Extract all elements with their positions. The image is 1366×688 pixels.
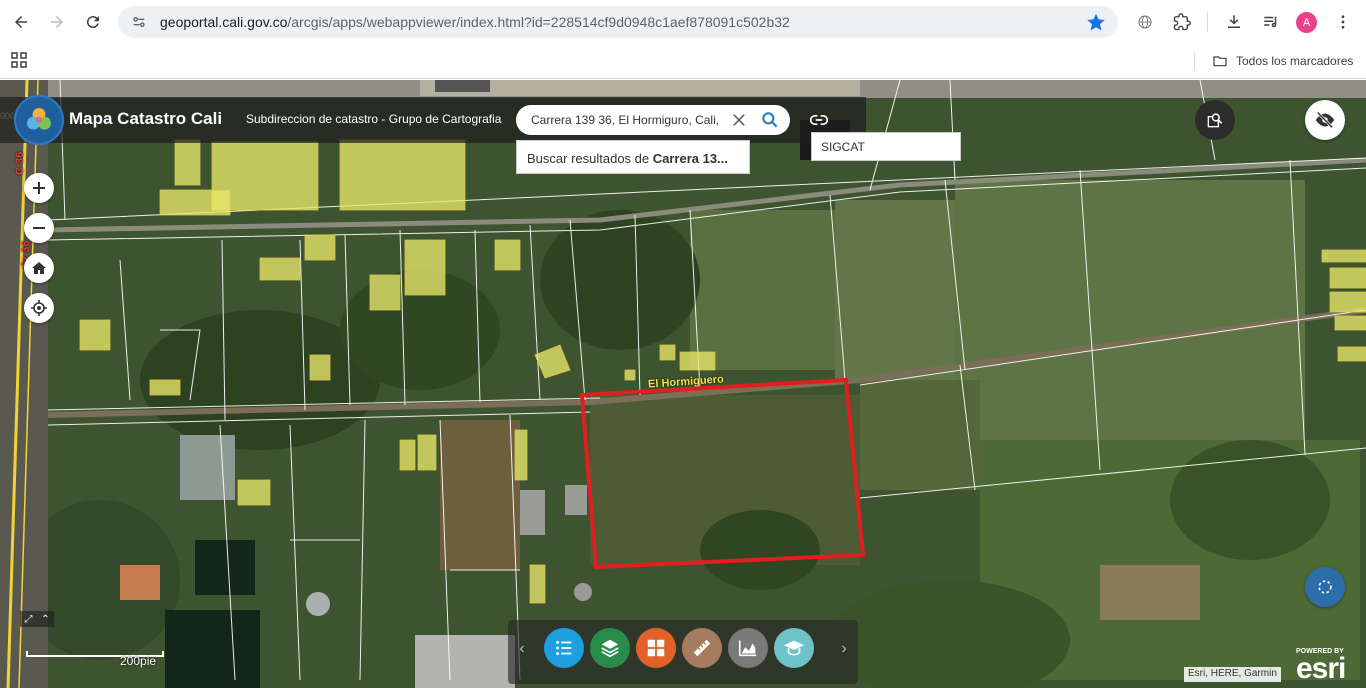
about-button[interactable]: [774, 628, 814, 668]
site-info-icon[interactable]: [130, 13, 148, 31]
legend-button[interactable]: [544, 628, 584, 668]
loading-widget-button[interactable]: [1305, 567, 1345, 607]
layers-icon: [601, 639, 619, 658]
esri-logo[interactable]: POWERED BY esri: [1296, 648, 1346, 685]
map-view[interactable]: C 36 Cr 36 El Hormiguero 000 Mapa Catast…: [0, 80, 1366, 688]
toggle-visibility-button[interactable]: [1305, 100, 1345, 140]
my-location-button[interactable]: [24, 293, 54, 323]
extensions-icon[interactable]: [1168, 8, 1196, 36]
eye-off-icon: [1315, 111, 1335, 129]
layer-search-icon: [1207, 113, 1223, 128]
suggestion-query: Carrera 13...: [652, 151, 728, 166]
overview-toggle[interactable]: ⤢ ⌃: [20, 611, 54, 627]
bookmarks-bar: Todos los marcadores: [0, 44, 1366, 79]
search-suggestion[interactable]: Buscar resultados de Carrera 13...: [516, 140, 750, 174]
logo-icon: [27, 108, 51, 130]
bookmarks-divider: [1194, 52, 1195, 70]
dock-prev-icon[interactable]: ‹: [512, 634, 532, 664]
translate-icon[interactable]: [1131, 8, 1159, 36]
scale-label: 200pie: [120, 654, 157, 668]
app-subtitle: Subdireccion de catastro - Grupo de Cart…: [246, 112, 502, 126]
toolbar-divider: [1207, 12, 1208, 32]
elevation-profile-button[interactable]: [728, 628, 768, 668]
clear-search-icon[interactable]: [730, 111, 748, 129]
back-icon[interactable]: [3, 4, 39, 40]
address-bar[interactable]: geoportal.cali.gov.co/arcgis/apps/webapp…: [118, 6, 1118, 38]
minus-icon: [33, 227, 45, 229]
download-icon[interactable]: [1220, 8, 1248, 36]
basemap-gallery-button[interactable]: [636, 628, 676, 668]
spinner-icon: [1318, 580, 1332, 594]
dock-next-icon[interactable]: ›: [834, 634, 854, 664]
search-layer-button[interactable]: [1195, 100, 1235, 140]
area-chart-icon: [738, 640, 757, 657]
browser-toolbar: geoportal.cali.gov.co/arcgis/apps/webapp…: [0, 0, 1366, 44]
home-button[interactable]: [24, 253, 54, 283]
ruler-icon: [693, 639, 711, 657]
road-label-vertical-top: C 36: [14, 151, 26, 175]
url-text: geoportal.cali.gov.co/arcgis/apps/webapp…: [160, 14, 790, 30]
search-box: [516, 105, 790, 135]
list-icon: [556, 641, 572, 655]
chevron-up-icon[interactable]: ⌃: [37, 611, 54, 627]
graduation-cap-icon: [783, 640, 805, 656]
app-title: Mapa Catastro Cali: [69, 109, 223, 128]
search-icon[interactable]: [760, 110, 780, 130]
all-bookmarks-button[interactable]: Todos los marcadores: [1212, 50, 1353, 72]
plus-icon: [33, 182, 45, 194]
all-bookmarks-label: Todos los marcadores: [1236, 54, 1354, 68]
reload-icon[interactable]: [75, 4, 111, 40]
widget-dock: ‹ ›: [508, 620, 858, 684]
app-logo: [14, 95, 64, 145]
zoom-out-button[interactable]: [24, 213, 54, 243]
sigcat-popup[interactable]: SIGCAT: [811, 132, 961, 161]
grid-icon: [647, 639, 665, 657]
zoom-in-button[interactable]: [24, 173, 54, 203]
map-attribution: Esri, HERE, Garmin: [1184, 667, 1281, 682]
menu-dots-icon[interactable]: [1329, 8, 1357, 36]
forward-icon[interactable]: [39, 4, 75, 40]
apps-grid-icon[interactable]: [11, 52, 27, 68]
layers-button[interactable]: [590, 628, 630, 668]
media-control-icon[interactable]: [1257, 8, 1285, 36]
esri-wordmark: esri: [1296, 652, 1346, 685]
expand-icon[interactable]: ⤢: [20, 611, 37, 627]
locate-icon: [31, 300, 47, 316]
bookmark-star-icon[interactable]: [1086, 12, 1106, 32]
measurement-button[interactable]: [682, 628, 722, 668]
profile-avatar[interactable]: A: [1296, 12, 1317, 33]
folder-icon: [1213, 56, 1227, 67]
link-icon[interactable]: [806, 107, 832, 133]
home-icon: [32, 262, 46, 274]
search-input[interactable]: [531, 113, 721, 127]
suggestion-prefix: Buscar resultados de: [527, 151, 653, 166]
